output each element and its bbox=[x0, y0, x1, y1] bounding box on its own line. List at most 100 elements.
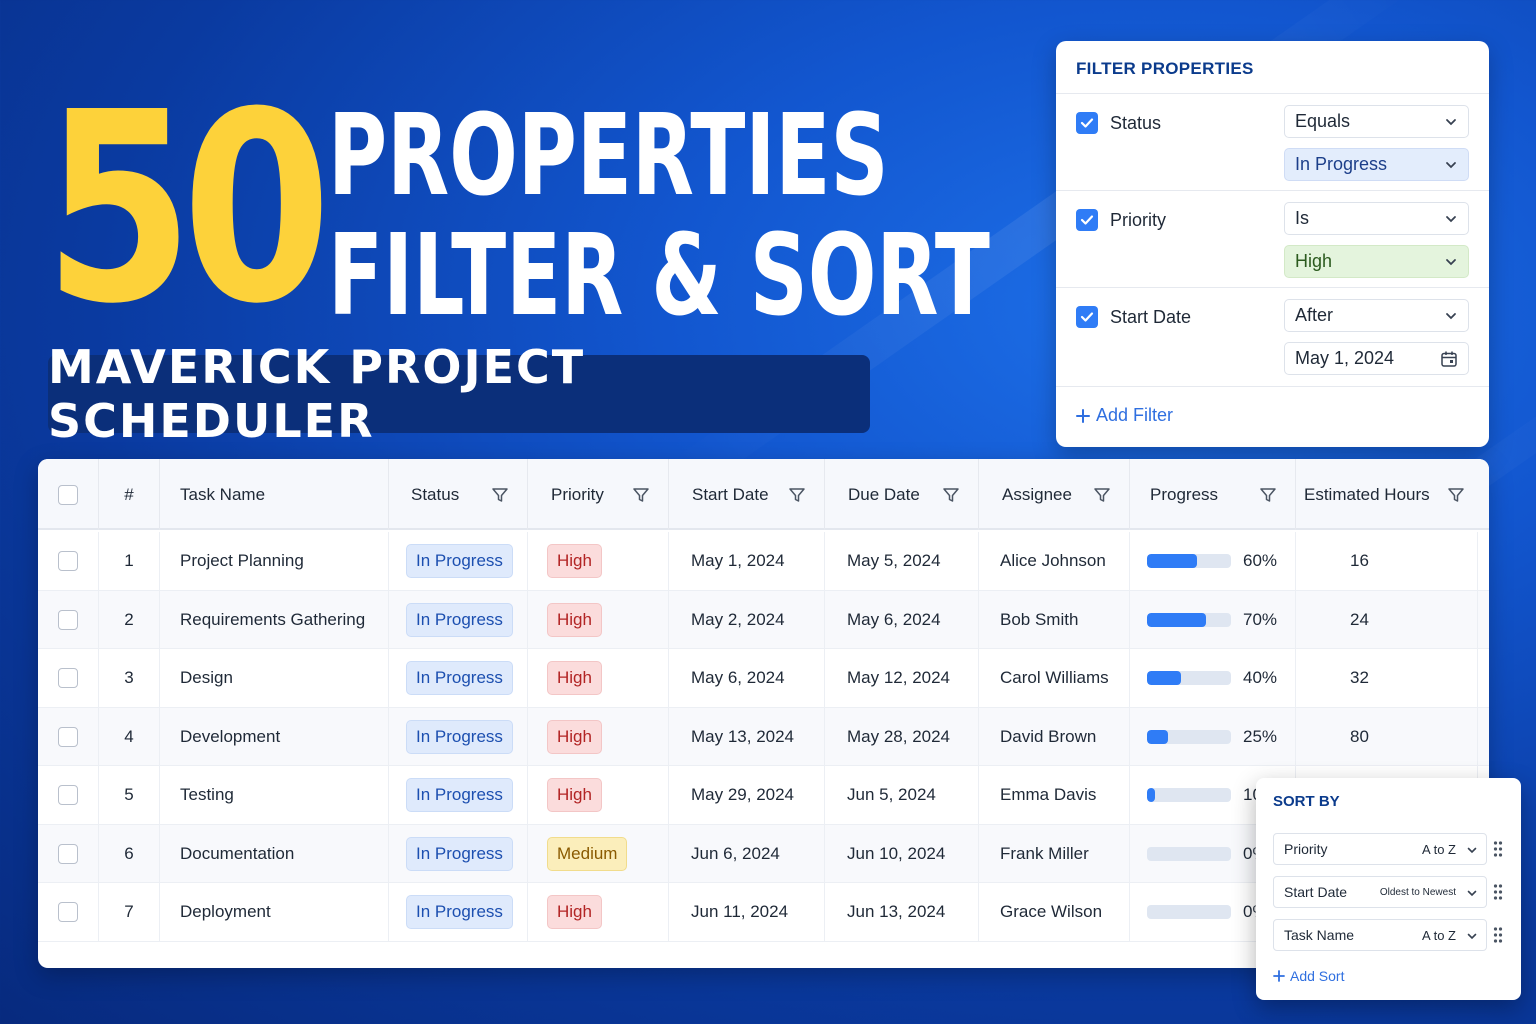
priority-cell[interactable]: High bbox=[528, 766, 669, 824]
due-date-cell[interactable]: May 12, 2024 bbox=[825, 649, 979, 707]
start-date-cell[interactable]: Jun 11, 2024 bbox=[669, 883, 825, 941]
due-date-cell[interactable]: Jun 10, 2024 bbox=[825, 824, 979, 883]
table-row[interactable]: 2 Requirements Gathering In Progress Hig… bbox=[38, 590, 1489, 649]
filter-operator-select-start-date[interactable]: After bbox=[1284, 299, 1469, 332]
due-date-cell[interactable]: Jun 5, 2024 bbox=[825, 766, 979, 824]
column-header-number[interactable]: # bbox=[99, 459, 160, 530]
row-checkbox[interactable] bbox=[58, 726, 78, 747]
row-checkbox[interactable] bbox=[58, 551, 78, 571]
due-date-cell[interactable]: May 28, 2024 bbox=[825, 707, 979, 766]
task-name-cell[interactable]: Project Planning bbox=[160, 532, 389, 590]
filter-icon[interactable] bbox=[1259, 486, 1277, 504]
filter-checkbox-status[interactable] bbox=[1076, 112, 1098, 134]
filter-value-select-status[interactable]: In Progress bbox=[1284, 148, 1469, 181]
plus-icon bbox=[1076, 408, 1090, 423]
column-header-progress[interactable]: Progress bbox=[1130, 459, 1296, 530]
add-sort-button[interactable]: Add Sort bbox=[1273, 968, 1344, 984]
estimated-hours-cell[interactable]: 32 bbox=[1296, 649, 1478, 707]
filter-icon[interactable] bbox=[942, 486, 960, 504]
status-cell[interactable]: In Progress bbox=[389, 590, 528, 649]
column-label: # bbox=[124, 484, 134, 504]
task-name-cell[interactable]: Design bbox=[160, 649, 389, 707]
column-header-status[interactable]: Status bbox=[389, 459, 528, 530]
task-name-cell[interactable]: Development bbox=[160, 707, 389, 766]
sort-item-task-name[interactable]: Task Name A to Z bbox=[1273, 919, 1487, 951]
start-date-cell[interactable]: May 29, 2024 bbox=[669, 766, 825, 824]
column-header-priority[interactable]: Priority bbox=[528, 459, 669, 530]
table-row[interactable]: 3 Design In Progress High May 6, 2024 Ma… bbox=[38, 649, 1489, 708]
start-date-cell[interactable]: May 2, 2024 bbox=[669, 590, 825, 649]
row-number: 4 bbox=[99, 707, 160, 766]
select-all-checkbox[interactable] bbox=[58, 484, 78, 505]
start-date: May 6, 2024 bbox=[691, 668, 785, 687]
status-cell[interactable]: In Progress bbox=[389, 532, 528, 590]
priority-cell[interactable]: High bbox=[528, 649, 669, 707]
estimated-hours-cell[interactable]: 24 bbox=[1296, 590, 1478, 649]
row-checkbox[interactable] bbox=[58, 843, 78, 864]
status-cell[interactable]: In Progress bbox=[389, 649, 528, 707]
drag-handle-icon[interactable] bbox=[1493, 883, 1503, 901]
task-name-cell[interactable]: Testing bbox=[160, 766, 389, 824]
row-checkbox[interactable] bbox=[58, 609, 78, 630]
assignee-cell[interactable]: Carol Williams bbox=[979, 649, 1130, 707]
table-row[interactable]: 1 Project Planning In Progress High May … bbox=[38, 532, 1489, 591]
column-header-estimated-hours[interactable]: Estimated Hours bbox=[1296, 459, 1489, 530]
assignee-cell[interactable]: Alice Johnson bbox=[979, 532, 1130, 590]
filter-checkbox-start-date[interactable] bbox=[1076, 306, 1098, 328]
priority-cell[interactable]: High bbox=[528, 590, 669, 649]
row-number: 7 bbox=[99, 883, 160, 941]
row-checkbox[interactable] bbox=[58, 668, 78, 688]
filter-icon[interactable] bbox=[788, 486, 806, 504]
column-header-assignee[interactable]: Assignee bbox=[979, 459, 1130, 530]
task-name-cell[interactable]: Requirements Gathering bbox=[160, 590, 389, 649]
status-cell[interactable]: In Progress bbox=[389, 766, 528, 824]
due-date-cell[interactable]: Jun 13, 2024 bbox=[825, 883, 979, 941]
sort-item-priority[interactable]: Priority A to Z bbox=[1273, 833, 1487, 865]
add-filter-button[interactable]: Add Filter bbox=[1076, 405, 1173, 426]
filter-operator-select-priority[interactable]: Is bbox=[1284, 202, 1469, 235]
sort-item-start-date[interactable]: Start Date Oldest to Newest bbox=[1273, 876, 1487, 908]
estimated-hours-cell[interactable]: 16 bbox=[1296, 532, 1478, 590]
table-row[interactable]: 4 Development In Progress High May 13, 2… bbox=[38, 707, 1489, 766]
filter-operator-select-status[interactable]: Equals bbox=[1284, 105, 1469, 138]
start-date-cell[interactable]: May 1, 2024 bbox=[669, 532, 825, 590]
filter-icon[interactable] bbox=[1093, 486, 1111, 504]
calendar-icon[interactable] bbox=[1440, 350, 1458, 368]
drag-handle-icon[interactable] bbox=[1493, 926, 1503, 944]
priority-cell[interactable]: High bbox=[528, 532, 669, 590]
due-date-cell[interactable]: May 5, 2024 bbox=[825, 532, 979, 590]
assignee-cell[interactable]: David Brown bbox=[979, 707, 1130, 766]
task-name-cell[interactable]: Documentation bbox=[160, 824, 389, 883]
task-name: Requirements Gathering bbox=[180, 609, 366, 629]
select-value: High bbox=[1295, 251, 1333, 271]
column-header-due-date[interactable]: Due Date bbox=[825, 459, 979, 530]
filter-value-select-priority[interactable]: High bbox=[1284, 245, 1469, 278]
priority-cell[interactable]: Medium bbox=[528, 824, 669, 883]
status-cell[interactable]: In Progress bbox=[389, 883, 528, 941]
row-checkbox[interactable] bbox=[58, 785, 78, 805]
row-checkbox[interactable] bbox=[58, 902, 78, 922]
start-date-cell[interactable]: May 13, 2024 bbox=[669, 707, 825, 766]
status-cell[interactable]: In Progress bbox=[389, 707, 528, 766]
assignee-cell[interactable]: Grace Wilson bbox=[979, 883, 1130, 941]
start-date-cell[interactable]: Jun 6, 2024 bbox=[669, 824, 825, 883]
assignee-cell[interactable]: Emma Davis bbox=[979, 766, 1130, 824]
assignee-cell[interactable]: Bob Smith bbox=[979, 590, 1130, 649]
filter-checkbox-priority[interactable] bbox=[1076, 209, 1098, 231]
filter-icon[interactable] bbox=[632, 486, 650, 504]
status-cell[interactable]: In Progress bbox=[389, 824, 528, 883]
priority-cell[interactable]: High bbox=[528, 883, 669, 941]
start-date-cell[interactable]: May 6, 2024 bbox=[669, 649, 825, 707]
assignee-cell[interactable]: Frank Miller bbox=[979, 824, 1130, 883]
filter-icon[interactable] bbox=[1447, 486, 1465, 504]
column-header-start-date[interactable]: Start Date bbox=[669, 459, 825, 530]
column-header-task-name[interactable]: Task Name bbox=[160, 459, 389, 530]
due-date-cell[interactable]: May 6, 2024 bbox=[825, 590, 979, 649]
estimated-hours-cell[interactable]: 80 bbox=[1296, 707, 1478, 766]
drag-handle-icon[interactable] bbox=[1493, 840, 1503, 858]
filter-icon[interactable] bbox=[491, 486, 509, 504]
priority-cell[interactable]: High bbox=[528, 707, 669, 766]
row-number: 6 bbox=[99, 824, 160, 883]
task-name-cell[interactable]: Deployment bbox=[160, 883, 389, 941]
filter-date-input-start-date[interactable]: May 1, 2024 bbox=[1284, 342, 1469, 375]
